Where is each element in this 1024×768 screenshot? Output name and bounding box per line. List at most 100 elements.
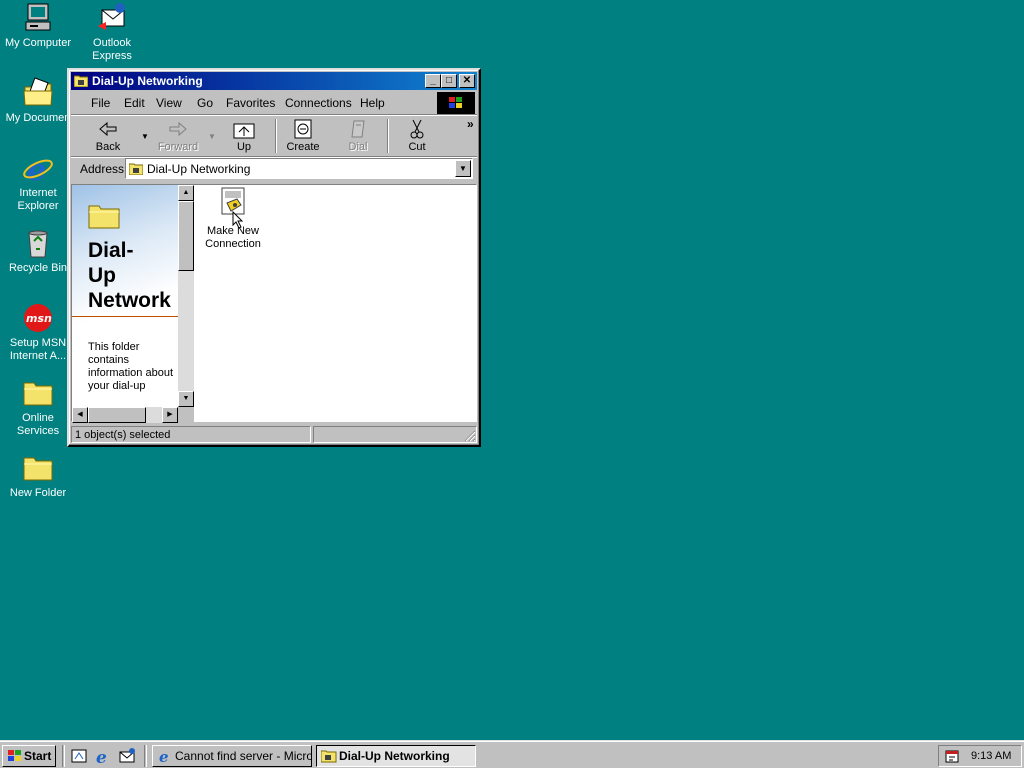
address-dropdown-button[interactable]: ▼: [455, 160, 471, 177]
folder-content: Dial- Up Network This folder contains in…: [71, 184, 477, 423]
desktop-icon-label-line2: Services: [16, 425, 60, 437]
desktop-icon-label: My Computer: [4, 37, 72, 49]
menu-go[interactable]: Go: [197, 96, 213, 110]
scroll-up-button[interactable]: ▲: [178, 185, 194, 201]
svg-text:e: e: [159, 749, 169, 763]
desktop-icon-label-line2: Internet A...: [9, 350, 67, 362]
show-desktop-icon[interactable]: [70, 747, 88, 765]
up-label: Up: [236, 141, 252, 153]
internet-explorer-icon: e: [157, 748, 173, 766]
desktop-icon-label-line1: Outlook: [93, 37, 131, 49]
desktop-icon-outlook-express[interactable]: Outlook Express: [74, 2, 150, 63]
desktop-icon-recycle-bin[interactable]: Recycle Bin: [0, 227, 76, 275]
desktop-icon-my-computer[interactable]: My Computer: [0, 2, 76, 50]
item-label-line2: Connection: [205, 238, 261, 250]
cut-label: Cut: [408, 141, 426, 153]
minimize-button[interactable]: _: [425, 74, 441, 88]
task-scheduler-icon[interactable]: [944, 748, 960, 764]
title-bar[interactable]: Dial-Up Networking _ □ ✕: [71, 72, 477, 90]
menu-bar: File Edit View Go Favorites Connections …: [73, 93, 437, 111]
webview-info-pane: Dial- Up Network This folder contains in…: [72, 185, 178, 407]
taskbar: Start e e Cannot find server - Micros...…: [0, 740, 1024, 768]
menu-help[interactable]: Help: [360, 96, 385, 110]
toolbar-separator: [387, 119, 389, 153]
create-button[interactable]: Create: [276, 117, 330, 155]
scroll-left-button[interactable]: ◀: [72, 407, 88, 423]
outlook-express-icon[interactable]: [118, 747, 136, 765]
menu-view[interactable]: View: [156, 96, 182, 110]
scroll-right-button[interactable]: ▶: [162, 407, 178, 423]
create-label: Create: [286, 141, 320, 153]
status-bar: 1 object(s) selected: [71, 425, 477, 443]
desktop-icon-label-line1: Online: [22, 412, 54, 424]
maximize-button[interactable]: □: [441, 74, 457, 88]
create-connection-icon: [291, 119, 315, 139]
scrollbar-corner: [178, 407, 194, 423]
desktop-icon-my-documents[interactable]: My Documen: [0, 77, 76, 125]
forward-arrow-icon: [166, 119, 190, 139]
cut-button[interactable]: Cut: [390, 117, 444, 155]
forward-label: Forward: [157, 141, 199, 153]
menu-file[interactable]: File: [91, 96, 110, 110]
close-button[interactable]: ✕: [459, 74, 475, 88]
recycle-bin-icon: [22, 227, 54, 259]
address-field[interactable]: Dial-Up Networking ▼: [125, 158, 473, 179]
dial-phone-icon: [346, 119, 370, 139]
desktop-icon-setup-msn[interactable]: msn Setup MSN Internet A...: [0, 302, 76, 363]
address-bar: Address Dial-Up Networking ▼: [73, 158, 475, 180]
desktop-icon-label-line2: Express: [92, 50, 132, 62]
vertical-scrollbar[interactable]: ▲ ▼: [178, 185, 194, 407]
forward-dropdown-icon[interactable]: ▼: [208, 132, 216, 141]
clock[interactable]: 9:13 AM: [971, 750, 1011, 762]
taskbar-button-label: Dial-Up Networking: [339, 749, 450, 763]
status-text: 1 object(s) selected: [71, 426, 311, 443]
resize-grip-icon[interactable]: [463, 429, 476, 442]
scroll-down-button[interactable]: ▼: [178, 391, 194, 407]
menu-favorites[interactable]: Favorites: [226, 96, 275, 110]
folder-icon: [22, 377, 54, 409]
taskbar-button-label: Cannot find server - Micros...: [175, 749, 311, 763]
status-pane-2: [313, 426, 477, 443]
desktop-icon-online-services[interactable]: Online Services: [0, 377, 76, 438]
horizontal-scrollbar[interactable]: ◀ ▶: [72, 407, 178, 423]
up-button[interactable]: Up: [217, 117, 271, 155]
dialup-folder-icon: [73, 74, 89, 88]
svg-text:e: e: [96, 748, 107, 765]
forward-button[interactable]: Forward: [151, 117, 205, 155]
menu-separator: [71, 114, 477, 116]
back-dropdown-icon[interactable]: ▼: [141, 132, 149, 141]
back-button[interactable]: Back: [81, 117, 135, 155]
my-documents-folder-icon: [22, 77, 54, 109]
svg-text:msn: msn: [26, 312, 52, 325]
menu-edit[interactable]: Edit: [124, 96, 145, 110]
folder-icon: [88, 203, 120, 229]
quicklaunch-separator: [62, 745, 65, 767]
taskbar-button-dialup[interactable]: Dial-Up Networking: [316, 745, 476, 767]
internet-explorer-icon: e: [22, 152, 54, 188]
toolbar-more-chevron[interactable]: »: [467, 117, 474, 131]
dial-label: Dial: [348, 141, 368, 153]
desktop-icon-label: My Documen: [5, 112, 71, 124]
outlook-express-icon: [96, 2, 128, 34]
window-title: Dial-Up Networking: [92, 74, 203, 88]
desktop-icon-label-line1: Setup MSN: [9, 337, 67, 349]
taskbar-button-ie[interactable]: e Cannot find server - Micros...: [152, 745, 312, 767]
windows-logo: [437, 92, 475, 114]
menu-connections[interactable]: Connections: [285, 96, 352, 110]
dial-button[interactable]: Dial: [331, 117, 385, 155]
desktop-icon-internet-explorer[interactable]: e Internet Explorer: [0, 152, 76, 213]
internet-explorer-icon[interactable]: e: [94, 747, 112, 768]
desktop-icon-label: Recycle Bin: [8, 262, 68, 274]
msn-icon: msn: [22, 302, 54, 334]
windows-flag-icon: [6, 749, 22, 763]
desktop-icon-label: New Folder: [9, 487, 67, 499]
start-button[interactable]: Start: [2, 745, 56, 767]
desktop-icon-label-line1: Internet: [19, 187, 57, 199]
up-folder-icon: [232, 119, 256, 139]
dialup-networking-window[interactable]: Dial-Up Networking _ □ ✕ File Edit View …: [67, 68, 481, 447]
desktop-icon-new-folder[interactable]: New Folder: [0, 452, 76, 500]
address-value: Dial-Up Networking: [147, 162, 251, 176]
horizontal-scroll-thumb[interactable]: [88, 407, 146, 423]
desktop-icon-label-line2: Explorer: [17, 200, 59, 212]
vertical-scroll-thumb[interactable]: [178, 201, 194, 271]
